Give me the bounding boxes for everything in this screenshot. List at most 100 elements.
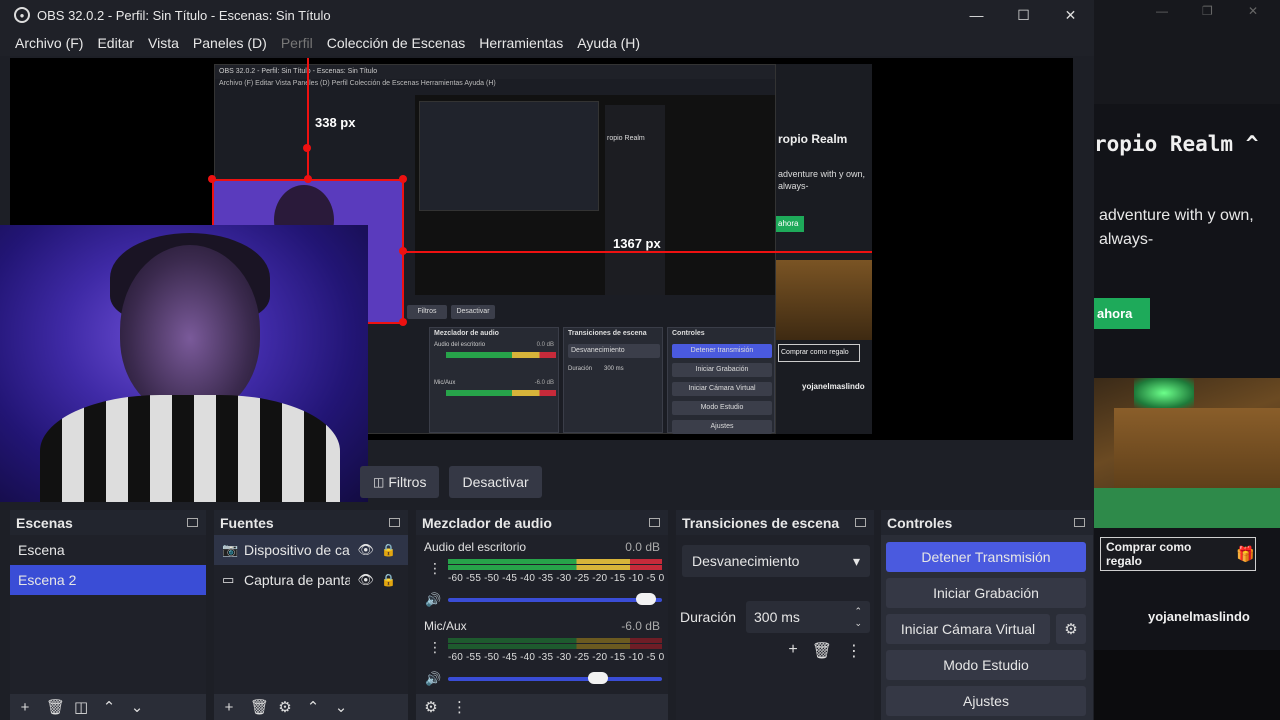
advanced-audio-icon[interactable]: ⚙ [424,698,438,716]
source-item[interactable]: ▭ Captura de pantalla 👁 🔒 [214,565,408,595]
menu-perfil[interactable]: Perfil [274,35,320,51]
studio-mode-button[interactable]: Modo Estudio [886,650,1086,680]
transform-handle[interactable] [399,318,407,326]
kebab-icon[interactable]: ⋮ [428,639,442,656]
obs-window: ● OBS 32.0.2 - Perfil: Sin Título - Esce… [0,0,1094,720]
volume-knob[interactable] [636,593,657,605]
chevron-up-icon[interactable]: ⌃ [306,698,320,716]
stop-streaming-button[interactable]: Detener Transmisión [886,542,1086,572]
spin-arrows-icon[interactable]: ⌃ ⌄ [854,605,862,629]
undock-icon[interactable] [187,518,198,527]
kebab-icon[interactable]: ⋮ [452,698,467,716]
buy-now-button[interactable]: ahora [1094,298,1150,329]
guide-horizontal [402,251,872,253]
nested-adv-text: adventure with y own, always- [778,169,866,191]
webcam-feed[interactable] [0,225,368,502]
gear-icon[interactable]: ⚙ [1056,614,1086,644]
nested-user: yojanelmaslindo [802,382,865,391]
add-icon[interactable]: + [222,699,236,716]
transform-handle[interactable] [208,175,216,183]
window-title: OBS 32.0.2 - Perfil: Sin Título - Escena… [37,7,331,23]
undock-icon[interactable] [649,518,660,527]
mixer-channel: Audio del escritorio 0.0 dB ⋮ -60 -55 -5… [424,540,665,608]
kebab-icon[interactable]: ⋮ [846,641,862,661]
browser-panel: — ❐ ✕ ropio Realm ^ adventure with y own… [1094,0,1280,720]
transform-handle[interactable] [399,175,407,183]
source-item[interactable]: 📷 Dispositivo de captura de video 👁 🔒 [214,535,408,565]
trash-icon[interactable]: 🗑 [812,641,832,661]
minimize-icon[interactable]: — [1156,4,1168,18]
close-icon[interactable]: ✕ [1248,4,1258,18]
menu-bar: Archivo (F) Editar Vista Paneles (D) Per… [0,30,1094,56]
add-icon[interactable]: + [18,699,32,716]
start-virtual-camera-button[interactable]: Iniciar Cámara Virtual [886,614,1050,644]
trash-icon[interactable]: 🗑 [46,698,65,716]
menu-archivo[interactable]: Archivo (F) [8,35,90,51]
nested-transitions: Transiciones de escena Desvanecimiento D… [563,327,663,433]
eye-icon[interactable]: 👁 [357,542,374,558]
scene-item[interactable]: Escena [10,535,206,565]
realm-description: adventure with y own, always- [1099,207,1254,248]
kebab-icon[interactable]: ⋮ [428,560,442,577]
undock-icon[interactable] [855,518,866,527]
camera-icon: 📷 [222,542,239,557]
username: yojanelmaslindo [1148,609,1250,624]
start-recording-button[interactable]: Iniciar Grabación [886,578,1086,608]
scene-item[interactable]: Escena 2 [10,565,206,595]
nested-realm-title: ropio Realm [778,132,848,146]
nested-gift: Comprar como regalo [778,344,860,362]
maximize-button[interactable]: ☐ [1000,0,1047,30]
trash-icon[interactable]: 🗑 [250,698,269,716]
nested-inner-browser: ropio Realm [605,105,665,295]
menu-vista[interactable]: Vista [141,35,186,51]
settings-button[interactable]: Ajustes [886,686,1086,716]
chevron-up-icon[interactable]: ⌃ [102,698,116,716]
transform-handle[interactable] [303,144,311,152]
nested-controls: Controles Detener transmisión Iniciar Gr… [667,327,775,434]
eye-icon[interactable]: 👁 [357,572,374,588]
chevron-up-icon[interactable]: ^ [1246,132,1259,156]
menu-ayuda[interactable]: Ayuda (H) [570,35,647,51]
chevron-down-icon[interactable]: ⌄ [130,698,144,716]
transitions-dock: Transiciones de escena Desvanecimiento ▾… [676,510,874,720]
undock-icon[interactable] [389,518,400,527]
transform-handle[interactable] [399,247,407,255]
audio-mixer-dock: Mezclador de audio Audio del escritorio … [416,510,668,720]
close-button[interactable]: ✕ [1047,0,1094,30]
volume-slider[interactable] [448,677,662,681]
lock-icon[interactable]: 🔒 [381,543,396,557]
deactivate-button[interactable]: Desactivar [449,466,542,498]
buy-as-gift-button[interactable]: Comprar como regalo 🎁 [1100,537,1256,571]
speaker-icon[interactable]: 🔊 [425,671,441,687]
source-toolbar: ◫ Filtros Desactivar [360,466,542,498]
transform-handle[interactable] [304,175,312,183]
volume-knob[interactable] [587,672,608,684]
menu-herramientas[interactable]: Herramientas [472,35,570,51]
transition-select[interactable]: Desvanecimiento ▾ [682,545,870,577]
minimize-button[interactable]: — [953,0,1000,30]
chevron-down-icon[interactable]: ⌄ [334,698,348,716]
dock-title: Fuentes [220,514,274,531]
gear-icon[interactable]: ⚙ [278,698,292,716]
nested-inner-preview: ropio Realm [415,95,775,295]
menu-editar[interactable]: Editar [90,35,141,51]
controls-dock: Controles Detener Transmisión Iniciar Gr… [881,510,1093,720]
monitor-icon: ▭ [222,572,235,587]
menu-paneles[interactable]: Paneles (D) [186,35,274,51]
speaker-icon[interactable]: 🔊 [425,592,441,608]
lock-icon[interactable]: 🔒 [381,573,396,587]
filters-button[interactable]: ◫ Filtros [360,466,440,498]
duration-spinbox[interactable]: 300 ms ⌃ ⌄ [746,601,870,633]
volume-meter [448,559,662,571]
filter-icon[interactable]: ◫ [74,698,88,716]
nested-inner-obs [419,101,599,211]
undock-icon[interactable] [1074,518,1085,527]
filter-icon: ◫ [373,475,385,489]
meter-scale: -60 -55 -50 -45 -40 -35 -30 -25 -20 -15 … [448,573,665,584]
add-icon[interactable]: + [788,641,797,661]
menu-coleccion[interactable]: Colección de Escenas [320,35,473,51]
volume-slider[interactable] [448,598,662,602]
sources-dock: Fuentes 📷 Dispositivo de captura de vide… [214,510,408,720]
restore-icon[interactable]: ❐ [1202,4,1213,18]
dock-title: Mezclador de audio [422,514,552,531]
